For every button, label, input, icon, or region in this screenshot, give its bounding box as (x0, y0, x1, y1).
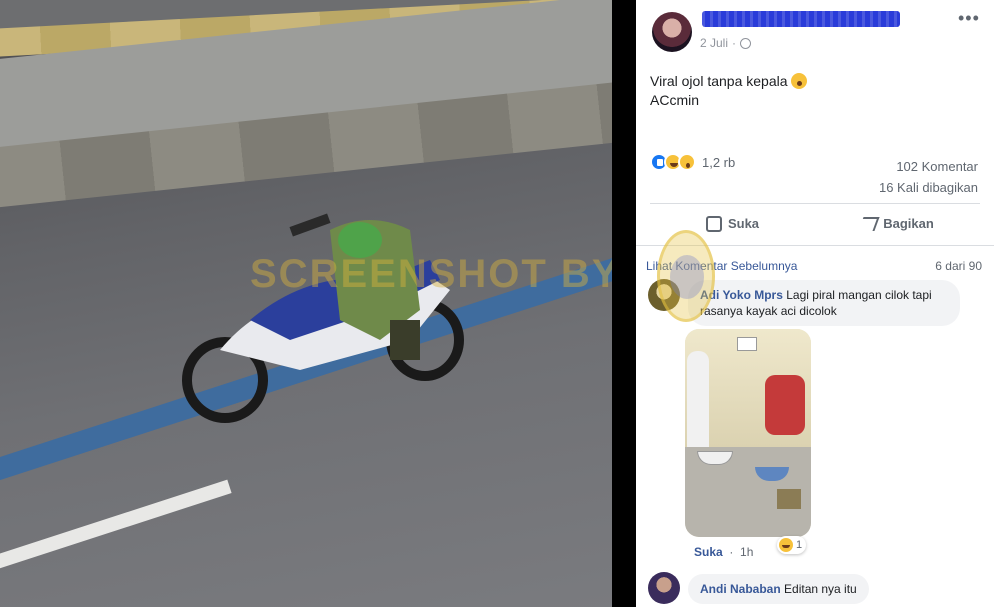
motorcycle-rider-image (182, 213, 464, 423)
photo-motorcycle (765, 375, 805, 435)
comment-time[interactable]: 1h (740, 545, 753, 559)
photo-edge (612, 0, 636, 607)
post-photo[interactable]: SCREENSHOT BY (0, 0, 636, 607)
photo-box (777, 489, 801, 509)
post-text-line1: Viral ojol tanpa kepala (650, 73, 788, 89)
wow-emoji-icon (791, 73, 808, 89)
photo-person (687, 351, 709, 451)
commenter-avatar[interactable] (648, 572, 680, 604)
engagement-counts: 102 Komentar 16 Kali dibagikan (879, 156, 978, 198)
post-text-line2: ACcmin (650, 92, 700, 108)
turn-back-hoax-seal (657, 230, 715, 322)
wow-reaction-icon (678, 153, 696, 171)
share-button-label: Bagikan (883, 216, 934, 231)
post-date: 2 Juli · (700, 36, 752, 50)
globe-icon (740, 37, 752, 49)
comment-attached-photo[interactable] (685, 329, 811, 537)
haha-reaction-icon (779, 538, 793, 552)
comments-count[interactable]: 102 Komentar (879, 156, 978, 177)
post-date-text[interactable]: 2 Juli (700, 36, 728, 50)
like-button-label: Suka (727, 216, 760, 231)
author-avatar[interactable] (652, 12, 692, 52)
reaction-summary[interactable]: 1,2 rb (650, 153, 735, 171)
comment-bubble: Andi Nababan Editan nya itu (688, 574, 869, 604)
seal-inner (670, 255, 704, 299)
date-separator: · (732, 36, 737, 50)
comment-reaction-badge[interactable]: 1 (777, 536, 807, 554)
photo-window (737, 337, 757, 351)
comment-meta: Suka · 1h (694, 545, 754, 559)
share-arrow-icon (858, 216, 880, 231)
share-button[interactable]: Bagikan (815, 204, 980, 243)
post-text: Viral ojol tanpa kepala ACcmin (650, 72, 808, 110)
watermark-text: SCREENSHOT BY (250, 252, 621, 296)
comment-bubble: Adi Yoko Mprs Lagi piral mangan cilok ta… (688, 280, 960, 326)
thumbs-up-icon (705, 215, 722, 232)
comment-text: Editan nya itu (784, 582, 857, 596)
comment-like-link[interactable]: Suka (694, 545, 723, 559)
more-options-button[interactable]: ••• (958, 8, 980, 29)
shares-count[interactable]: 16 Kali dibagikan (879, 177, 978, 198)
commenter-name[interactable]: Andi Nababan (700, 582, 781, 596)
comment-reaction-count: 1 (796, 539, 803, 551)
author-name-redacted[interactable] (702, 11, 900, 27)
reaction-count[interactable]: 1,2 rb (702, 155, 735, 170)
comment-pagination: 6 dari 90 (935, 259, 982, 273)
